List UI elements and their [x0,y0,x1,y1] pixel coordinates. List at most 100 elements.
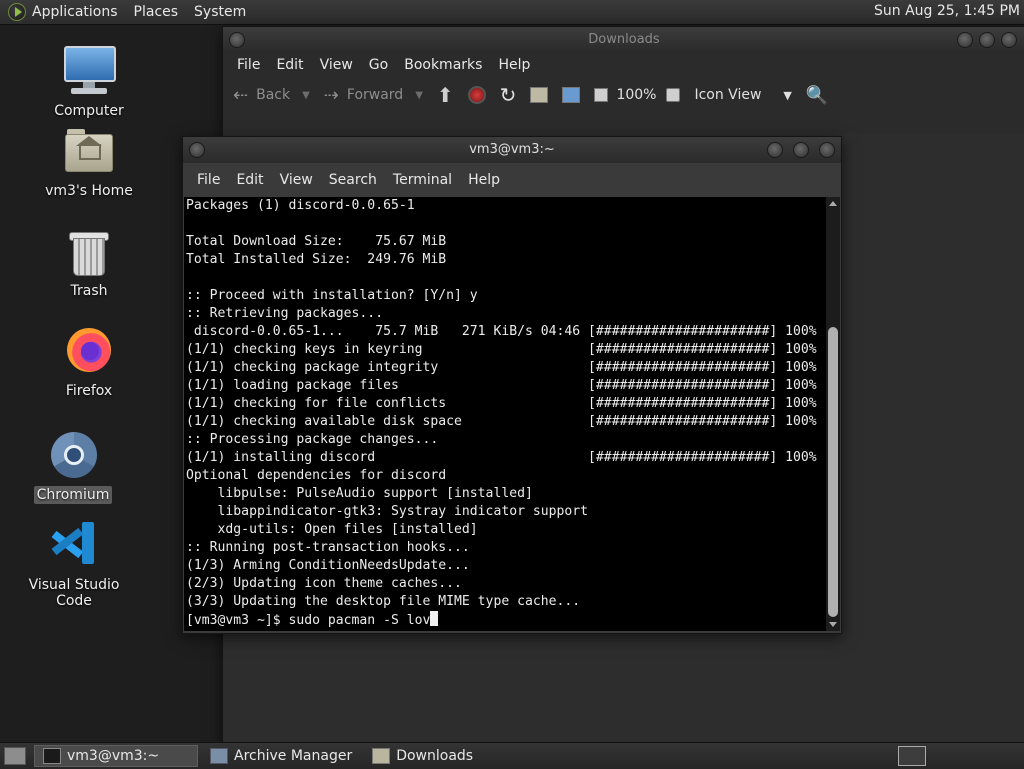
menu-terminal[interactable]: Terminal [393,172,452,188]
scrollbar-thumb[interactable] [828,327,838,617]
close-icon[interactable] [1001,32,1017,48]
task-label: vm3@vm3:~ [67,748,160,764]
window-menu-icon[interactable] [229,32,245,48]
chevron-down-icon[interactable]: ▼ [302,90,310,101]
window-title: vm3@vm3:~ [469,142,555,157]
terminal-line: Packages (1) discord-0.0.65-1 [186,198,415,213]
terminal-titlebar[interactable]: vm3@vm3:~ [183,137,841,163]
back-button[interactable]: ⇠ Back ▼ [233,85,310,106]
view-mode-label: Icon View [694,87,762,103]
terminal-line: :: Retrieving packages... [186,306,384,321]
vscode-icon [46,518,102,574]
desktop-icon-chromium[interactable]: Chromium [13,428,133,504]
menu-file[interactable]: File [237,57,260,73]
maximize-icon[interactable] [979,32,995,48]
search-icon: 🔍 [805,84,829,106]
forward-button[interactable]: ⇢ Forward ▼ [324,85,423,106]
menu-help[interactable]: Help [468,172,500,188]
terminal-line: (1/1) checking package integrity [######… [186,360,817,375]
archive-icon [210,748,228,764]
scroll-up-icon[interactable] [829,201,837,206]
zoom-in-icon[interactable] [666,88,681,102]
menu-help[interactable]: Help [498,57,530,73]
maximize-icon[interactable] [793,142,809,158]
desktop-icon-label: vm3's Home [45,183,133,199]
file-manager-titlebar[interactable]: Downloads [223,27,1024,53]
task-label: Downloads [396,748,474,764]
chevron-down-icon[interactable]: ▼ [415,90,423,101]
desktop-icon-home[interactable]: vm3's Home [29,124,149,200]
search-button[interactable]: 🔍 [806,85,828,106]
terminal-line: (1/1) checking for file conflicts [#####… [186,396,817,411]
file-manager-toolbar: ⇠ Back ▼ ⇢ Forward ▼ ⬆ ↻ 100% Icon View … [223,77,1024,113]
terminal-line: (1/1) loading package files [###########… [186,378,817,393]
distro-logo-icon[interactable] [8,3,26,21]
computer-button[interactable] [562,87,581,103]
zoom-out-icon[interactable] [594,88,609,102]
task-archive-manager[interactable]: Archive Manager [202,745,360,767]
trash-icon [61,224,117,280]
bottom-taskbar: vm3@vm3:~ Archive Manager Downloads [0,742,1024,769]
desktop-icon-firefox[interactable]: Firefox [29,324,149,400]
top-panel: Applications Places System Sun Aug 25, 1… [0,0,1024,25]
terminal-line: (1/1) checking available disk space [###… [186,414,817,429]
minimize-icon[interactable] [767,142,783,158]
file-manager-menubar: File Edit View Go Bookmarks Help [223,53,1024,77]
home-button[interactable] [530,87,549,103]
workspace-switcher[interactable] [898,746,926,766]
scroll-down-icon[interactable] [829,622,837,627]
menu-go[interactable]: Go [369,57,388,73]
menu-bookmarks[interactable]: Bookmarks [404,57,482,73]
desktop-icon-trash[interactable]: Trash [29,224,149,300]
reload-icon: ↻ [499,83,517,107]
panel-menus: Applications Places System [32,0,262,24]
terminal-line: :: Running post-transaction hooks... [186,540,470,555]
computer-icon [61,44,117,100]
terminal-prompt-line[interactable]: [vm3@vm3 ~]$ sudo pacman -S lov [184,611,826,630]
terminal-prompt: [vm3@vm3 ~]$ sudo pacman -S lov [186,613,431,628]
terminal-line: xdg-utils: Open files [installed] [186,522,478,537]
stop-icon [467,86,486,104]
menu-edit[interactable]: Edit [276,57,303,73]
menu-search[interactable]: Search [329,172,377,188]
terminal-line: libappindicator-gtk3: Systray indicator … [186,504,589,519]
menu-edit[interactable]: Edit [236,172,263,188]
terminal-line: discord-0.0.65-1... 75.7 MiB 271 KiB/s 0… [186,324,817,339]
terminal-scrollbar[interactable] [826,197,840,631]
view-mode-select[interactable]: Icon View ▼ [694,87,791,103]
back-arrow-icon: ⇠ [233,84,249,106]
menu-file[interactable]: File [197,172,220,188]
show-desktop-icon[interactable] [4,747,26,765]
system-menu[interactable]: System [194,4,246,20]
task-terminal[interactable]: vm3@vm3:~ [34,745,198,767]
desktop-icon-label: Firefox [65,383,113,399]
window-menu-icon[interactable] [189,142,205,158]
task-label: Archive Manager [234,748,353,764]
reload-button[interactable]: ↻ [500,83,517,107]
task-downloads[interactable]: Downloads [364,745,481,767]
minimize-icon[interactable] [957,32,973,48]
terminal-menubar: File Edit View Search Terminal Help [183,163,841,197]
desktop-icon-label: Trash [70,283,108,299]
window-title: Downloads [588,32,660,47]
clock[interactable]: Sun Aug 25, 1:45 PM [874,3,1020,19]
menu-view[interactable]: View [320,57,353,73]
stop-button[interactable] [467,86,486,104]
desktop-icon-vscode[interactable]: Visual Studio Code [14,518,134,610]
places-menu[interactable]: Places [134,4,179,20]
terminal-icon [43,748,61,764]
folder-icon [372,748,391,764]
terminal-output[interactable]: Packages (1) discord-0.0.65-1 Total Down… [184,197,826,631]
up-button[interactable]: ⬆ [437,83,454,107]
terminal-line: Total Download Size: 75.67 MiB [186,234,447,249]
close-icon[interactable] [819,142,835,158]
desktop-icon-computer[interactable]: Computer [29,44,149,120]
applications-menu[interactable]: Applications [32,4,118,20]
menu-view[interactable]: View [280,172,313,188]
terminal-line: Optional dependencies for discord [186,468,447,483]
desktop-icon-label: Computer [54,103,124,119]
terminal-line: (3/3) Updating the desktop file MIME typ… [186,594,581,609]
up-arrow-icon: ⬆ [436,83,454,107]
zoom-control[interactable]: 100% [594,87,681,103]
terminal-line: (2/3) Updating icon theme caches... [186,576,462,591]
